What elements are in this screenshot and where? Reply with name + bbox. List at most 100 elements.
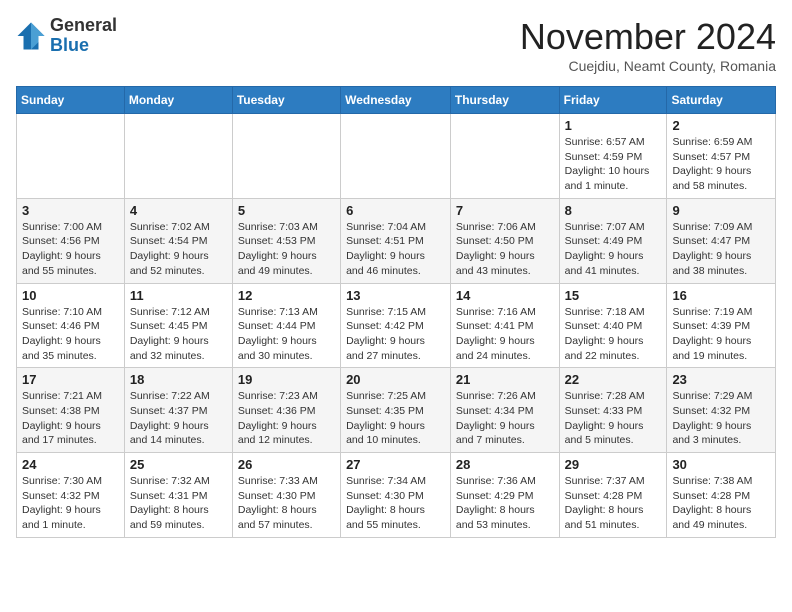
calendar-cell: 27 Sunrise: 7:34 AM Sunset: 4:30 PM Dayli… bbox=[341, 453, 451, 538]
calendar-body: 1 Sunrise: 6:57 AM Sunset: 4:59 PM Daylig… bbox=[17, 114, 776, 538]
day-number: 24 bbox=[22, 457, 119, 472]
day-number: 28 bbox=[456, 457, 554, 472]
calendar-cell: 14 Sunrise: 7:16 AM Sunset: 4:41 PM Dayli… bbox=[450, 283, 559, 368]
calendar-cell: 19 Sunrise: 7:23 AM Sunset: 4:36 PM Dayli… bbox=[232, 368, 340, 453]
day-detail: Sunrise: 7:37 AM Sunset: 4:28 PM Dayligh… bbox=[565, 474, 662, 533]
day-number: 2 bbox=[672, 118, 770, 133]
calendar-cell: 24 Sunrise: 7:30 AM Sunset: 4:32 PM Dayli… bbox=[17, 453, 125, 538]
day-detail: Sunrise: 6:57 AM Sunset: 4:59 PM Dayligh… bbox=[565, 135, 662, 194]
calendar-cell: 29 Sunrise: 7:37 AM Sunset: 4:28 PM Dayli… bbox=[559, 453, 667, 538]
title-block: November 2024 Cuejdiu, Neamt County, Rom… bbox=[520, 16, 776, 74]
day-number: 16 bbox=[672, 288, 770, 303]
weekday-header-row: SundayMondayTuesdayWednesdayThursdayFrid… bbox=[17, 87, 776, 114]
weekday-header-thursday: Thursday bbox=[450, 87, 559, 114]
calendar-cell: 13 Sunrise: 7:15 AM Sunset: 4:42 PM Dayli… bbox=[341, 283, 451, 368]
calendar-cell: 21Sunrise: 7:26 AM Sunset: 4:34 PM Dayli… bbox=[450, 368, 559, 453]
day-detail: Sunrise: 7:21 AM Sunset: 4:38 PM Dayligh… bbox=[22, 389, 119, 448]
calendar-week-3: 10 Sunrise: 7:10 AM Sunset: 4:46 PM Dayli… bbox=[17, 283, 776, 368]
day-number: 8 bbox=[565, 203, 662, 218]
day-detail: Sunrise: 7:38 AM Sunset: 4:28 PM Dayligh… bbox=[672, 474, 770, 533]
calendar-week-2: 3Sunrise: 7:00 AM Sunset: 4:56 PM Daylig… bbox=[17, 198, 776, 283]
day-number: 18 bbox=[130, 372, 227, 387]
day-detail: Sunrise: 7:07 AM Sunset: 4:49 PM Dayligh… bbox=[565, 220, 662, 279]
day-number: 21 bbox=[456, 372, 554, 387]
day-detail: Sunrise: 7:19 AM Sunset: 4:39 PM Dayligh… bbox=[672, 305, 770, 364]
weekday-header-saturday: Saturday bbox=[667, 87, 776, 114]
logo: General Blue bbox=[16, 16, 117, 56]
day-detail: Sunrise: 7:04 AM Sunset: 4:51 PM Dayligh… bbox=[346, 220, 445, 279]
day-detail: Sunrise: 7:33 AM Sunset: 4:30 PM Dayligh… bbox=[238, 474, 335, 533]
calendar-cell: 20 Sunrise: 7:25 AM Sunset: 4:35 PM Dayli… bbox=[341, 368, 451, 453]
day-detail: Sunrise: 7:16 AM Sunset: 4:41 PM Dayligh… bbox=[456, 305, 554, 364]
day-detail: Sunrise: 7:12 AM Sunset: 4:45 PM Dayligh… bbox=[130, 305, 227, 364]
day-number: 17 bbox=[22, 372, 119, 387]
day-number: 13 bbox=[346, 288, 445, 303]
day-number: 15 bbox=[565, 288, 662, 303]
day-number: 11 bbox=[130, 288, 227, 303]
calendar-cell bbox=[232, 114, 340, 199]
day-number: 10 bbox=[22, 288, 119, 303]
calendar-table: SundayMondayTuesdayWednesdayThursdayFrid… bbox=[16, 86, 776, 538]
day-detail: Sunrise: 7:18 AM Sunset: 4:40 PM Dayligh… bbox=[565, 305, 662, 364]
calendar-week-1: 1 Sunrise: 6:57 AM Sunset: 4:59 PM Daylig… bbox=[17, 114, 776, 199]
month-title: November 2024 bbox=[520, 16, 776, 58]
day-detail: Sunrise: 7:09 AM Sunset: 4:47 PM Dayligh… bbox=[672, 220, 770, 279]
day-detail: Sunrise: 7:30 AM Sunset: 4:32 PM Dayligh… bbox=[22, 474, 119, 533]
logo-text: General Blue bbox=[50, 16, 117, 56]
calendar-cell: 15 Sunrise: 7:18 AM Sunset: 4:40 PM Dayli… bbox=[559, 283, 667, 368]
calendar-cell: 16 Sunrise: 7:19 AM Sunset: 4:39 PM Dayli… bbox=[667, 283, 776, 368]
day-number: 30 bbox=[672, 457, 770, 472]
calendar-cell: 25 Sunrise: 7:32 AM Sunset: 4:31 PM Dayli… bbox=[124, 453, 232, 538]
day-number: 23 bbox=[672, 372, 770, 387]
weekday-header-friday: Friday bbox=[559, 87, 667, 114]
calendar-week-5: 24 Sunrise: 7:30 AM Sunset: 4:32 PM Dayli… bbox=[17, 453, 776, 538]
day-detail: Sunrise: 6:59 AM Sunset: 4:57 PM Dayligh… bbox=[672, 135, 770, 194]
calendar-cell bbox=[341, 114, 451, 199]
calendar-header: SundayMondayTuesdayWednesdayThursdayFrid… bbox=[17, 87, 776, 114]
day-number: 5 bbox=[238, 203, 335, 218]
day-detail: Sunrise: 7:34 AM Sunset: 4:30 PM Dayligh… bbox=[346, 474, 445, 533]
day-number: 20 bbox=[346, 372, 445, 387]
weekday-header-tuesday: Tuesday bbox=[232, 87, 340, 114]
logo-icon bbox=[16, 21, 46, 51]
day-number: 27 bbox=[346, 457, 445, 472]
day-detail: Sunrise: 7:25 AM Sunset: 4:35 PM Dayligh… bbox=[346, 389, 445, 448]
calendar-cell bbox=[450, 114, 559, 199]
calendar-cell: 28 Sunrise: 7:36 AM Sunset: 4:29 PM Dayli… bbox=[450, 453, 559, 538]
calendar-cell bbox=[17, 114, 125, 199]
day-number: 19 bbox=[238, 372, 335, 387]
day-detail: Sunrise: 7:22 AM Sunset: 4:37 PM Dayligh… bbox=[130, 389, 227, 448]
day-detail: Sunrise: 7:36 AM Sunset: 4:29 PM Dayligh… bbox=[456, 474, 554, 533]
day-number: 7 bbox=[456, 203, 554, 218]
day-number: 9 bbox=[672, 203, 770, 218]
calendar-cell: 12 Sunrise: 7:13 AM Sunset: 4:44 PM Dayli… bbox=[232, 283, 340, 368]
calendar-week-4: 17 Sunrise: 7:21 AM Sunset: 4:38 PM Dayli… bbox=[17, 368, 776, 453]
day-detail: Sunrise: 7:15 AM Sunset: 4:42 PM Dayligh… bbox=[346, 305, 445, 364]
day-detail: Sunrise: 7:10 AM Sunset: 4:46 PM Dayligh… bbox=[22, 305, 119, 364]
day-number: 22 bbox=[565, 372, 662, 387]
calendar-cell: 2 Sunrise: 6:59 AM Sunset: 4:57 PM Daylig… bbox=[667, 114, 776, 199]
calendar-cell: 26Sunrise: 7:33 AM Sunset: 4:30 PM Dayli… bbox=[232, 453, 340, 538]
day-detail: Sunrise: 7:13 AM Sunset: 4:44 PM Dayligh… bbox=[238, 305, 335, 364]
calendar-cell: 22 Sunrise: 7:28 AM Sunset: 4:33 PM Dayli… bbox=[559, 368, 667, 453]
day-number: 29 bbox=[565, 457, 662, 472]
day-detail: Sunrise: 7:06 AM Sunset: 4:50 PM Dayligh… bbox=[456, 220, 554, 279]
day-detail: Sunrise: 7:02 AM Sunset: 4:54 PM Dayligh… bbox=[130, 220, 227, 279]
day-detail: Sunrise: 7:28 AM Sunset: 4:33 PM Dayligh… bbox=[565, 389, 662, 448]
day-detail: Sunrise: 7:29 AM Sunset: 4:32 PM Dayligh… bbox=[672, 389, 770, 448]
calendar-cell: 8 Sunrise: 7:07 AM Sunset: 4:49 PM Daylig… bbox=[559, 198, 667, 283]
day-number: 4 bbox=[130, 203, 227, 218]
day-number: 14 bbox=[456, 288, 554, 303]
calendar-cell: 6Sunrise: 7:04 AM Sunset: 4:51 PM Daylig… bbox=[341, 198, 451, 283]
calendar-cell: 1 Sunrise: 6:57 AM Sunset: 4:59 PM Daylig… bbox=[559, 114, 667, 199]
day-number: 25 bbox=[130, 457, 227, 472]
calendar-cell: 7 Sunrise: 7:06 AM Sunset: 4:50 PM Daylig… bbox=[450, 198, 559, 283]
calendar-cell bbox=[124, 114, 232, 199]
day-detail: Sunrise: 7:23 AM Sunset: 4:36 PM Dayligh… bbox=[238, 389, 335, 448]
day-number: 1 bbox=[565, 118, 662, 133]
day-detail: Sunrise: 7:32 AM Sunset: 4:31 PM Dayligh… bbox=[130, 474, 227, 533]
calendar-cell: 18 Sunrise: 7:22 AM Sunset: 4:37 PM Dayli… bbox=[124, 368, 232, 453]
day-number: 12 bbox=[238, 288, 335, 303]
calendar-cell: 17 Sunrise: 7:21 AM Sunset: 4:38 PM Dayli… bbox=[17, 368, 125, 453]
weekday-header-wednesday: Wednesday bbox=[341, 87, 451, 114]
